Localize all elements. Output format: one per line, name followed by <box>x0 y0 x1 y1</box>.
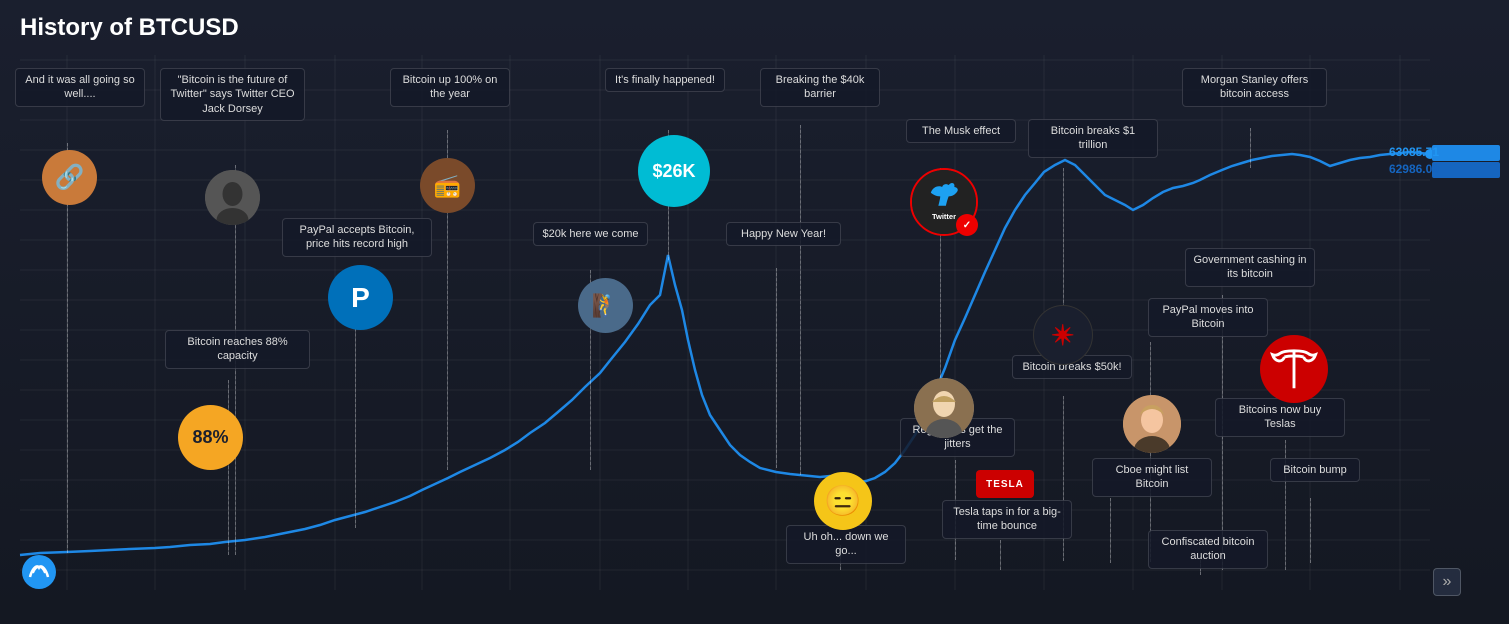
annotation-7: Bitcoin breaks $1 trillion <box>1028 119 1158 158</box>
annotation-8: Morgan Stanley offers bitcoin access <box>1182 68 1327 107</box>
icon-restriction: 🔗 <box>42 150 97 205</box>
vline-11 <box>776 268 777 468</box>
icon-star-burst: ✴ <box>1033 305 1093 365</box>
annotation-4: It's finally happened! <box>605 68 725 92</box>
icon-twitter-musk: Twitter ✓ <box>910 168 978 236</box>
watermark <box>22 555 56 594</box>
icon-person-blonde <box>1123 395 1181 453</box>
icon-26k: $26K <box>638 135 710 207</box>
icon-paypal: P <box>328 265 393 330</box>
icon-jack-dorsey <box>205 170 260 225</box>
current-price-high: 63085.71 <box>1389 145 1439 159</box>
vline-19 <box>1310 498 1311 563</box>
vline-7 <box>1063 168 1064 313</box>
annotation-19: Bitcoin bump <box>1270 458 1360 482</box>
annotation-20: Tesla taps in for a big-time bounce <box>942 500 1072 539</box>
icon-regulator <box>914 378 974 438</box>
annotation-12: Bitcoin reaches 88% capacity <box>165 330 310 369</box>
annotation-5: Breaking the $40k barrier <box>760 68 880 107</box>
annotation-22: Confiscated bitcoin auction <box>1148 530 1268 569</box>
annotation-16: Government cashing in its bitcoin <box>1185 248 1315 287</box>
chart-container: History of BTCUSD <box>0 0 1509 624</box>
annotation-1: And it was all going so well.... <box>15 68 145 107</box>
annotation-21: Uh oh... down we go... <box>786 525 906 564</box>
vline-8 <box>1250 128 1251 168</box>
svg-text:Twitter: Twitter <box>932 212 956 221</box>
annotation-3: Bitcoin up 100% on the year <box>390 68 510 107</box>
icon-tesla-badge: TESLA <box>976 470 1034 498</box>
icon-tesla <box>1260 335 1328 403</box>
icon-sad-emoji: 😑 <box>814 472 872 530</box>
vline-20 <box>1000 540 1001 570</box>
annotation-2: "Bitcoin is the future of Twitter" says … <box>160 68 305 121</box>
vline-5 <box>800 125 801 475</box>
annotation-9: PayPal accepts Bitcoin, price hits recor… <box>282 218 432 257</box>
vline-12 <box>228 380 229 555</box>
annotation-10: $20k here we come <box>533 222 648 246</box>
annotation-15: PayPal moves into Bitcoin <box>1148 298 1268 337</box>
vline-18 <box>1110 498 1111 563</box>
icon-88-percent: 88% <box>178 405 243 470</box>
icon-antenna-person: 🧗 <box>578 278 633 333</box>
page-title: History of BTCUSD <box>20 14 239 42</box>
nav-forward-button[interactable]: » <box>1433 568 1461 596</box>
annotation-6: The Musk effect <box>906 119 1016 143</box>
icon-radio: 📻 <box>420 158 475 213</box>
annotation-18: Cboe might list Bitcoin <box>1092 458 1212 497</box>
annotation-17: Bitcoins now buy Teslas <box>1215 398 1345 437</box>
annotation-11: Happy New Year! <box>726 222 841 246</box>
current-price-low: 62986.09 <box>1389 162 1439 176</box>
